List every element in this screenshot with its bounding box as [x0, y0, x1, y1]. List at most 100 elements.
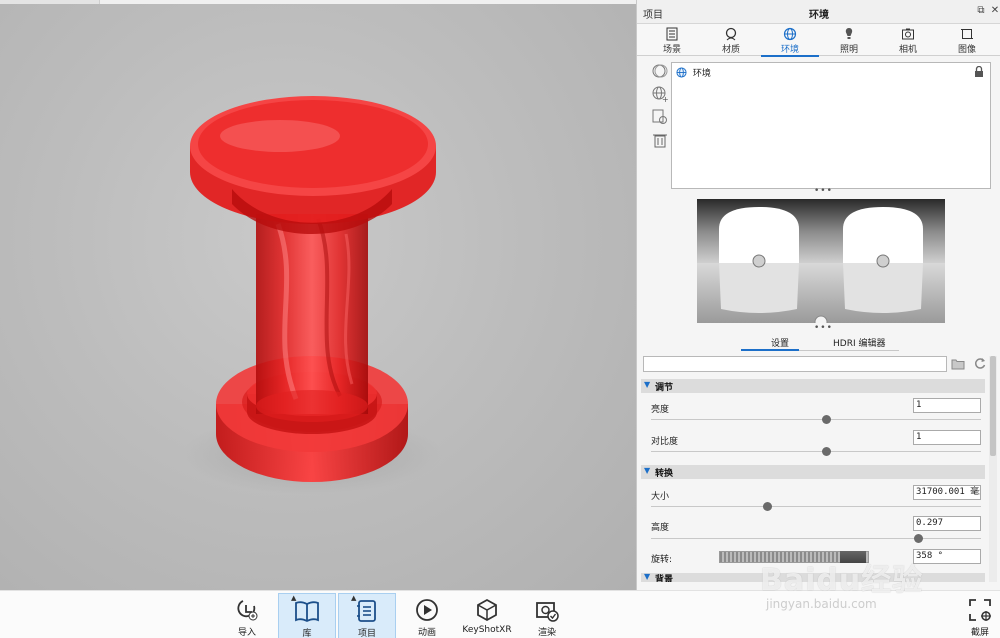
subtab-hdri-editor[interactable]: HDRI 编辑器: [833, 336, 885, 349]
brightness-slider-knob[interactable]: [821, 415, 831, 424]
tab-environment[interactable]: 环境: [761, 24, 819, 57]
environment-tools: +: [651, 62, 671, 154]
tab-lighting[interactable]: 照明: [820, 24, 878, 56]
section-background-header[interactable]: ▼ 背景: [641, 573, 985, 582]
panel-tabs: 场景 材质 环境 照明 相机 图像: [637, 24, 1000, 57]
size-slider-knob[interactable]: [762, 502, 772, 511]
scene-icon: [666, 27, 678, 41]
contrast-slider-knob[interactable]: [821, 447, 831, 456]
render-viewport[interactable]: [0, 4, 636, 590]
rotation-slider-thumb[interactable]: [840, 551, 866, 563]
caret-up-icon: ▲: [291, 594, 297, 602]
duplicate-environment-icon[interactable]: [651, 62, 669, 80]
size-label: 大小: [651, 492, 670, 502]
tab-material-label: 材质: [721, 45, 740, 55]
rotation-slider[interactable]: [719, 551, 869, 563]
section-adjust-title: 调节: [655, 383, 674, 393]
tab-lighting-label: 照明: [839, 45, 858, 55]
delete-icon[interactable]: [651, 131, 669, 149]
height-slider[interactable]: [651, 534, 981, 543]
restore-icon[interactable]: ⧉: [975, 5, 987, 17]
lock-icon[interactable]: [974, 66, 984, 77]
subtab-settings[interactable]: 设置: [771, 336, 789, 349]
screenshot-label: 截屏: [970, 628, 989, 638]
keyshot-window: 项目 环境 ⧉ ✕ 场景 材质 环境 照明 相机 图像 + 环境 ••• •••…: [0, 0, 1000, 638]
height-slider-knob[interactable]: [914, 534, 924, 543]
project-icon: [357, 600, 376, 622]
chevron-down-icon: ▼: [644, 573, 651, 581]
import-icon: [237, 600, 258, 621]
add-environment-icon[interactable]: +: [651, 85, 669, 103]
project-button[interactable]: ▲ 项目: [338, 593, 396, 638]
hdri-path-row: [643, 356, 993, 372]
animation-button[interactable]: 动画: [398, 593, 456, 638]
library-button[interactable]: ▲ 库: [278, 593, 336, 638]
material-icon: [725, 27, 737, 41]
environment-icon: [783, 27, 797, 41]
keyshotxr-button[interactable]: KeyShotXR: [458, 593, 516, 638]
rotation-label: 旋转:: [651, 555, 673, 565]
environment-settings-icon[interactable]: [651, 108, 669, 126]
contrast-label: 对比度: [651, 437, 679, 447]
panel-center-title: 环境: [809, 10, 829, 21]
section-adjust-header[interactable]: ▼ 调节: [641, 379, 985, 393]
import-label: 导入: [237, 628, 256, 638]
globe-icon: [676, 67, 687, 78]
settings-scrollbar[interactable]: [989, 356, 997, 582]
contrast-slider[interactable]: [651, 447, 981, 456]
scrollbar-thumb[interactable]: [990, 356, 996, 456]
tab-image[interactable]: 图像: [938, 24, 996, 56]
keyshotxr-icon: [477, 598, 497, 622]
size-slider[interactable]: [651, 502, 981, 511]
active-subtab-indicator: [741, 349, 799, 351]
folder-icon[interactable]: [951, 357, 965, 370]
caret-up-icon: ▲: [351, 594, 357, 602]
render-icon: [536, 602, 559, 622]
tab-scene[interactable]: 场景: [643, 24, 701, 56]
screenshot-icon: [969, 599, 991, 621]
settings-subtabs: 设置 HDRI 编辑器: [637, 333, 1000, 351]
panel-header: 项目 环境 ⧉ ✕: [637, 0, 1000, 24]
chevron-down-icon: ▼: [644, 380, 651, 389]
project-label: 项目: [357, 629, 376, 638]
height-input[interactable]: 0.297: [913, 516, 981, 531]
render-label: 渲染: [537, 628, 556, 638]
keyshotxr-label: KeyShotXR: [462, 625, 512, 635]
height-label: 高度: [651, 523, 670, 533]
lighting-icon: [845, 28, 853, 39]
tab-camera[interactable]: 相机: [879, 24, 937, 56]
subtab-divider: [799, 350, 899, 351]
environment-list[interactable]: 环境: [671, 62, 991, 189]
section-background-title: 背景: [655, 575, 674, 582]
resize-handle[interactable]: •••: [814, 186, 833, 196]
animation-icon: [416, 599, 438, 621]
environment-list-item[interactable]: 环境: [676, 66, 711, 80]
hdri-path-field[interactable]: [643, 356, 947, 372]
brightness-label: 亮度: [651, 405, 670, 415]
screenshot-button[interactable]: 截屏: [960, 593, 1000, 638]
hdri-image: [697, 199, 945, 323]
hdri-resize-handle[interactable]: •••: [814, 323, 833, 333]
library-label: 库: [302, 629, 312, 638]
tab-material[interactable]: 材质: [702, 24, 760, 56]
refresh-icon[interactable]: [973, 356, 987, 370]
close-icon[interactable]: ✕: [989, 5, 1000, 17]
size-input[interactable]: 31700.001 毫米: [913, 485, 981, 500]
tab-image-label: 图像: [957, 45, 976, 55]
library-icon: [295, 601, 319, 623]
render-button[interactable]: 渲染: [518, 593, 576, 638]
hdri-preview[interactable]: [697, 199, 945, 323]
chevron-down-icon: ▼: [644, 466, 651, 475]
panel-title: 项目: [643, 10, 663, 21]
import-button[interactable]: 导入: [218, 593, 276, 638]
bottom-toolbar: 导入 ▲ 库 ▲ 项目 动画 KeyShotXR 渲染 截屏: [0, 590, 1000, 638]
environment-list-item-label: 环境: [692, 69, 711, 79]
section-transform-header[interactable]: ▼ 转换: [641, 465, 985, 479]
tab-scene-label: 场景: [662, 45, 681, 55]
brightness-input[interactable]: 1: [913, 398, 981, 413]
animation-label: 动画: [417, 628, 436, 638]
contrast-input[interactable]: 1: [913, 430, 981, 445]
svg-text:+: +: [662, 95, 669, 103]
brightness-slider[interactable]: [651, 415, 981, 424]
rotation-input[interactable]: 358 °: [913, 549, 981, 564]
